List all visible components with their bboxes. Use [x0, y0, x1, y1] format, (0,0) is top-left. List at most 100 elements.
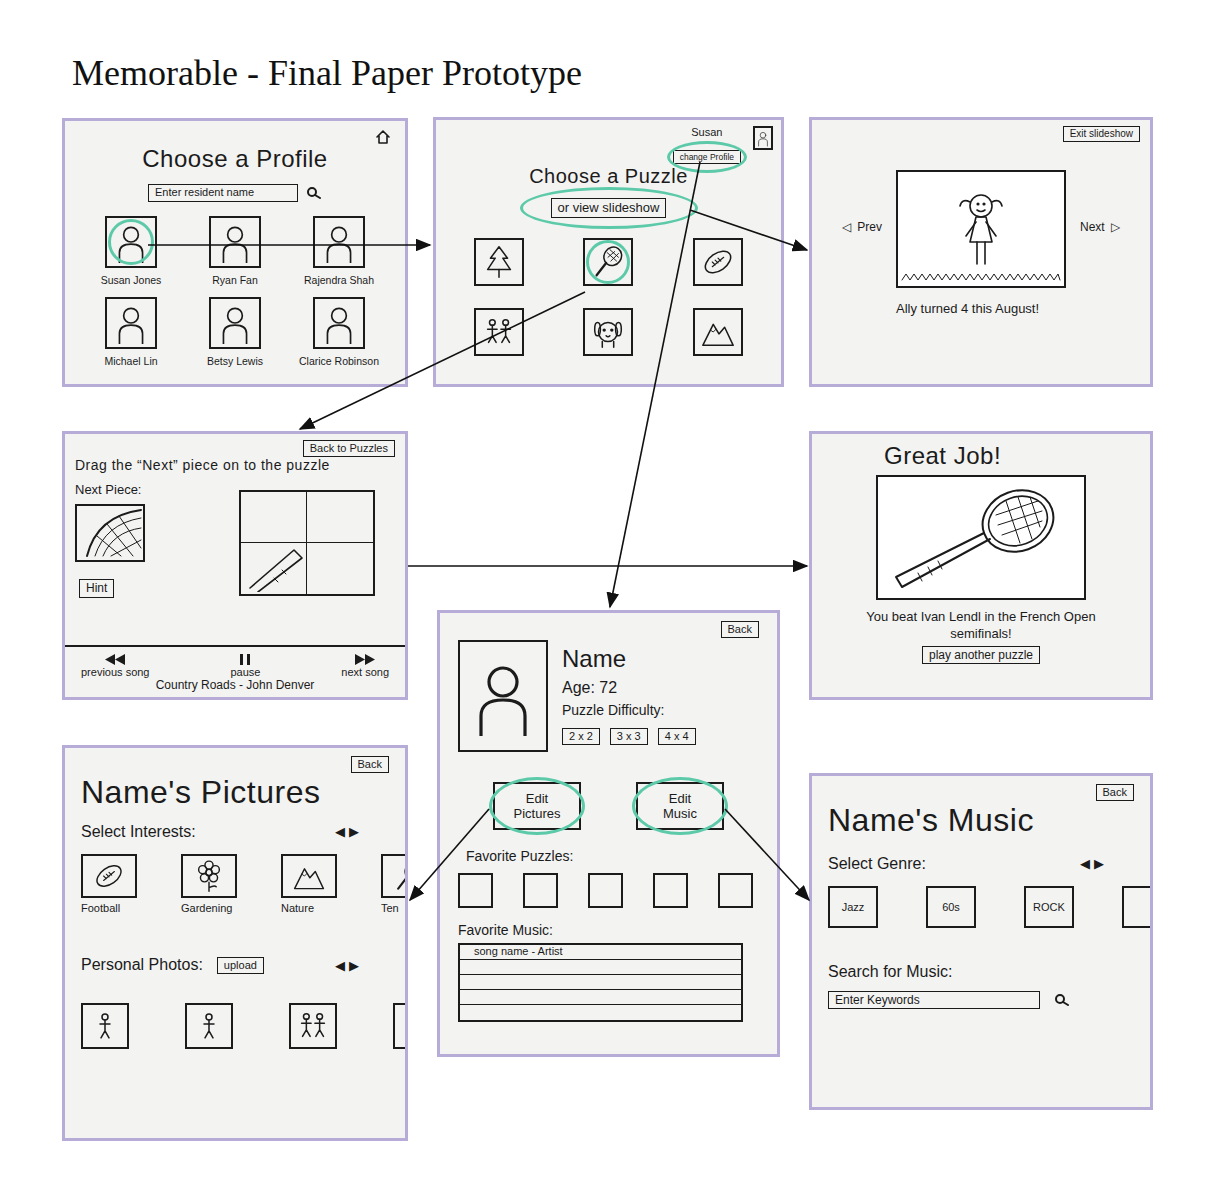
favorite-music-row[interactable] — [460, 960, 741, 975]
tree-icon — [480, 243, 518, 281]
interests-pager: ◀▶ — [335, 824, 359, 839]
person-icon — [318, 302, 360, 344]
favorite-puzzle-slot[interactable] — [718, 873, 753, 908]
profile-card[interactable]: Clarice Robinson — [299, 297, 379, 368]
pager-arrow[interactable]: ◀ — [335, 958, 345, 973]
difficulty-button[interactable]: 4 x 4 — [658, 728, 696, 745]
resident-name: Name — [562, 644, 696, 674]
back-button[interactable]: Back — [721, 621, 759, 638]
next-slide-button[interactable]: Next▷ — [1080, 220, 1120, 234]
screen-heading: Choose a Puzzle — [444, 164, 773, 188]
genre-button[interactable]: Jazz — [828, 886, 878, 928]
next-icon — [353, 653, 377, 666]
previous-slide-button[interactable]: ◁Prev — [842, 220, 882, 234]
view-slideshow-button[interactable]: or view slideshow — [551, 198, 667, 218]
favorite-music-row[interactable] — [460, 1005, 741, 1020]
upload-button[interactable]: upload — [217, 957, 264, 974]
puzzle-thumbnail[interactable] — [693, 238, 743, 286]
profile-card[interactable]: Betsy Lewis — [207, 297, 263, 368]
favorite-puzzle-slot[interactable] — [653, 873, 688, 908]
edit-button[interactable]: Edit Music — [636, 782, 724, 830]
profile-card[interactable]: Rajendra Shah — [304, 216, 374, 287]
personal-photo[interactable] — [185, 1003, 233, 1049]
play-another-button[interactable]: play another puzzle — [922, 646, 1040, 664]
interest-item[interactable]: Football — [81, 854, 137, 916]
personal-photo[interactable] — [393, 1003, 408, 1049]
profile-card[interactable]: Ryan Fan — [209, 216, 261, 287]
pager-arrow[interactable]: ◀ — [335, 824, 345, 839]
tap-highlight — [489, 777, 585, 835]
next-glyph: ▷ — [1111, 220, 1120, 234]
choose-profile-screen: Choose a ProfileEnter resident nameSusan… — [62, 118, 408, 387]
puzzle-thumbnail[interactable] — [693, 308, 743, 356]
back-button[interactable]: Back — [1096, 784, 1134, 801]
resident-search-field[interactable]: Enter resident name — [148, 184, 298, 202]
pager-arrow[interactable]: ▶ — [349, 958, 359, 973]
pause-button[interactable]: pause — [230, 653, 260, 678]
profile-name: Betsy Lewis — [207, 355, 263, 368]
previous-button[interactable]: previous song — [81, 653, 150, 678]
back-button[interactable]: Back — [351, 756, 389, 773]
previous-icon — [103, 653, 127, 666]
exit-slideshow-button[interactable]: Exit slideshow — [1063, 126, 1140, 142]
personal-photo[interactable] — [289, 1003, 337, 1049]
favorite-music-row[interactable] — [460, 975, 741, 990]
single-icon — [86, 1007, 124, 1045]
pager-arrow[interactable]: ▶ — [1094, 856, 1104, 871]
mountain-icon — [699, 313, 737, 351]
puzzle-cell[interactable] — [241, 492, 307, 543]
current-user-name: Susan — [691, 126, 722, 140]
tap-highlight — [586, 240, 630, 284]
interest-item[interactable]: Nature — [281, 854, 337, 916]
favorite-music-label: Favorite Music: — [458, 922, 759, 939]
puzzle-thumbnail[interactable] — [583, 238, 633, 286]
profile-avatar — [209, 216, 261, 268]
difficulty-button[interactable]: 2 x 2 — [562, 728, 600, 745]
profile-avatar — [209, 297, 261, 349]
personal-photo[interactable] — [81, 1003, 129, 1049]
slide-row: ◁Prev Ally turned 4 this August! Next▷ — [822, 170, 1140, 318]
hint-button[interactable]: Hint — [79, 579, 114, 597]
profile-card[interactable]: Michael Lin — [104, 297, 157, 368]
favorite-music-row[interactable]: song name - Artist — [460, 945, 741, 960]
favorite-puzzle-slot[interactable] — [458, 873, 493, 908]
control-label: pause — [230, 666, 260, 678]
puzzle-cell[interactable] — [307, 492, 373, 543]
profile-grid: Susan Jones Ryan Fan Rajendra Shah Michael … — [79, 216, 391, 368]
genre-button[interactable]: 60s — [926, 886, 976, 928]
puzzle-thumbnail[interactable] — [474, 238, 524, 286]
puzzle-thumbnail[interactable] — [474, 308, 524, 356]
favorite-puzzles-label: Favorite Puzzles: — [458, 848, 759, 865]
puzzle-instruction: Drag the “Next” piece on to the puzzle — [75, 457, 395, 474]
puzzle-thumbnail[interactable] — [583, 308, 633, 356]
slide-caption: Ally turned 4 this August! — [896, 300, 1046, 318]
next-button[interactable]: next song — [341, 653, 389, 678]
change-profile-button[interactable]: change Profile — [673, 150, 741, 164]
person-icon — [214, 221, 256, 263]
puzzle-cell[interactable] — [307, 543, 373, 594]
interest-item[interactable]: Gardening — [181, 854, 237, 916]
back-to-puzzles-button[interactable]: Back to Puzzles — [303, 440, 395, 457]
pager-arrow[interactable]: ◀ — [1080, 856, 1090, 871]
resident-age: Age: 72 — [562, 678, 696, 698]
favorite-music-row[interactable] — [460, 990, 741, 1005]
puzzle-board[interactable] — [239, 490, 375, 596]
profile-name: Rajendra Shah — [304, 274, 374, 287]
next-piece[interactable] — [75, 504, 145, 562]
music-search-field[interactable]: Enter Keywords — [828, 991, 1040, 1009]
pager-arrow[interactable]: ▶ — [349, 824, 359, 839]
favorite-puzzle-slot[interactable] — [523, 873, 558, 908]
genre-button[interactable] — [1122, 886, 1153, 928]
top-bar — [79, 129, 391, 145]
profile-card[interactable]: Susan Jones — [101, 216, 162, 287]
puzzle-cell[interactable] — [241, 543, 307, 594]
edit-button[interactable]: Edit Pictures — [493, 782, 581, 830]
favorite-puzzle-slot[interactable] — [588, 873, 623, 908]
interest-item[interactable]: Ten — [381, 854, 408, 916]
interest-label: Football — [81, 902, 120, 916]
genre-button[interactable]: ROCK — [1024, 886, 1074, 928]
prototype-canvas: Memorable - Final Paper PrototypeChoose … — [0, 0, 1218, 1190]
difficulty-button[interactable]: 3 x 3 — [610, 728, 648, 745]
interests-label: Select Interests: — [81, 822, 196, 842]
profile-name: Michael Lin — [104, 355, 157, 368]
